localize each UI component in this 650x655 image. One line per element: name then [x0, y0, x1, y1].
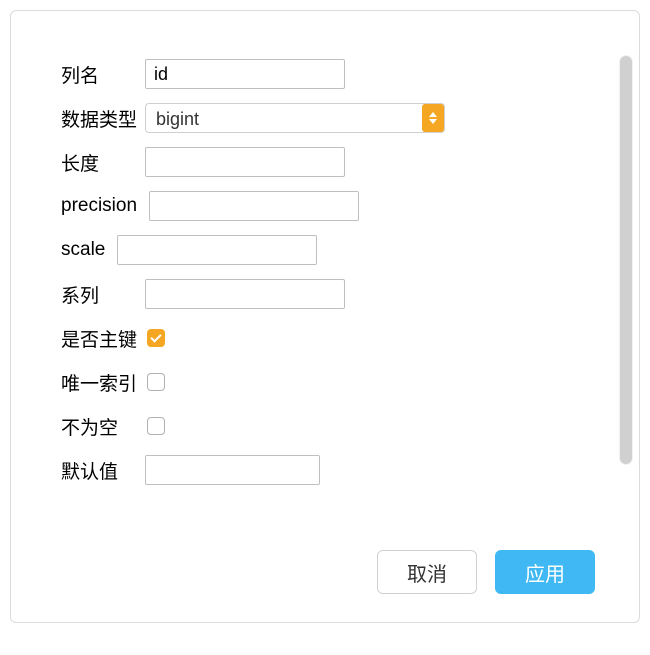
checkbox-not-null[interactable] — [147, 417, 165, 435]
input-scale[interactable] — [117, 235, 317, 265]
row-precision: precision — [61, 191, 599, 221]
label-column-name: 列名 — [61, 61, 139, 88]
label-scale: scale — [61, 239, 105, 261]
row-scale: scale — [61, 235, 599, 265]
input-length[interactable] — [145, 147, 345, 177]
form-scroll-area: 列名 数据类型 bigint 长度 precision scale — [11, 11, 639, 492]
row-primary-key: 是否主键 — [61, 323, 599, 353]
chevron-updown-icon[interactable] — [422, 104, 444, 132]
label-unique-index: 唯一索引 — [61, 369, 139, 396]
input-precision[interactable] — [149, 191, 359, 221]
input-column-name[interactable] — [145, 59, 345, 89]
select-data-type-value[interactable]: bigint — [145, 103, 445, 133]
dialog-button-bar: 取消 应用 — [377, 550, 595, 594]
row-length: 长度 — [61, 147, 599, 177]
apply-button[interactable]: 应用 — [495, 550, 595, 594]
scrollbar-thumb[interactable] — [620, 56, 632, 464]
row-sequence: 系列 — [61, 279, 599, 309]
cancel-button[interactable]: 取消 — [377, 550, 477, 594]
checkbox-unique-index[interactable] — [147, 373, 165, 391]
label-not-null: 不为空 — [61, 413, 139, 440]
scrollbar-track[interactable] — [619, 55, 633, 465]
select-data-type[interactable]: bigint — [145, 103, 445, 133]
column-edit-dialog: 列名 数据类型 bigint 长度 precision scale — [10, 10, 640, 623]
row-column-name: 列名 — [61, 59, 599, 89]
label-precision: precision — [61, 195, 137, 217]
label-length: 长度 — [61, 149, 139, 176]
row-default-value: 默认值 — [61, 455, 599, 485]
row-data-type: 数据类型 bigint — [61, 103, 599, 133]
row-not-null: 不为空 — [61, 411, 599, 441]
label-default-value: 默认值 — [61, 457, 139, 484]
input-sequence[interactable] — [145, 279, 345, 309]
input-default-value[interactable] — [145, 455, 320, 485]
label-primary-key: 是否主键 — [61, 325, 139, 352]
label-data-type: 数据类型 — [61, 105, 139, 132]
label-sequence: 系列 — [61, 281, 139, 308]
row-unique-index: 唯一索引 — [61, 367, 599, 397]
checkbox-primary-key[interactable] — [147, 329, 165, 347]
